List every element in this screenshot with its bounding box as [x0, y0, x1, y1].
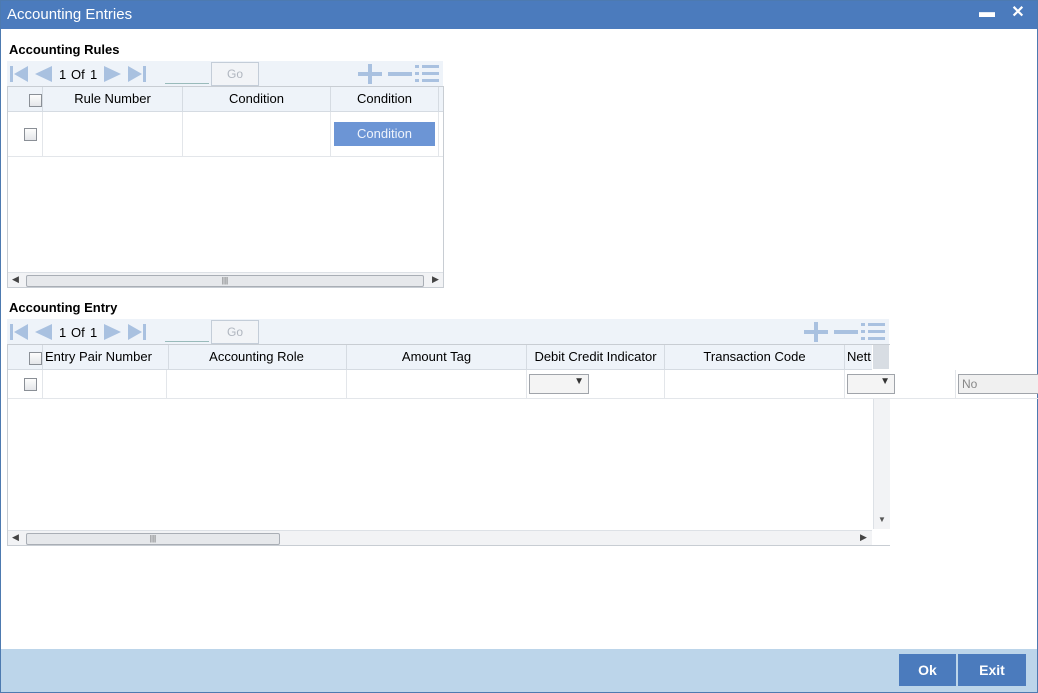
- entry-select-all-checkbox[interactable]: [29, 352, 42, 365]
- entry-row-checkbox-cell: [8, 370, 43, 398]
- window-title: Accounting Entries: [7, 6, 133, 23]
- debit-credit-select[interactable]: ▼: [529, 374, 589, 394]
- vscroll-corner: [873, 345, 889, 369]
- exit-button[interactable]: Exit: [958, 654, 1026, 686]
- netting-cell: ▼: [845, 370, 956, 398]
- entry-total-pages: 1: [90, 325, 98, 340]
- netting-select[interactable]: ▼: [847, 374, 895, 394]
- single-view-icon[interactable]: [861, 322, 887, 342]
- rules-scroll-thumb[interactable]: |||: [26, 275, 424, 287]
- rules-header-row: Rule Number Condition Condition: [8, 87, 443, 112]
- last-page-icon[interactable]: [127, 65, 147, 83]
- title-bar: Accounting Entries ▬ ✕: [1, 1, 1037, 29]
- rules-row-checkbox[interactable]: [24, 128, 37, 141]
- last-page-icon[interactable]: [127, 323, 147, 341]
- rules-total-pages: 1: [90, 67, 98, 82]
- transaction-code-cell[interactable]: [665, 370, 845, 398]
- rules-col-rule-number[interactable]: Rule Number: [43, 87, 183, 111]
- entry-row: ▼ ▼ No: [8, 370, 1038, 399]
- rules-col-condition[interactable]: Condition: [183, 87, 331, 111]
- entry-current-page: 1: [59, 325, 67, 340]
- entry-page-input[interactable]: [165, 321, 209, 342]
- rules-select-all-checkbox[interactable]: [29, 94, 42, 107]
- single-view-icon[interactable]: [415, 64, 441, 84]
- chevron-down-icon: ▼: [574, 376, 584, 387]
- rules-page-input[interactable]: [165, 63, 209, 84]
- minimize-icon[interactable]: ▬: [975, 2, 999, 26]
- entry-go-button[interactable]: Go: [211, 320, 259, 344]
- rules-col-condition-button[interactable]: Condition: [331, 87, 439, 111]
- accounting-rules-title: Accounting Rules: [9, 42, 120, 57]
- entry-scroll-thumb[interactable]: |||: [26, 533, 280, 545]
- entry-header-checkbox-cell: [8, 345, 43, 369]
- next-page-icon[interactable]: [103, 323, 123, 341]
- scroll-left-icon[interactable]: ◀: [12, 532, 19, 543]
- accounting-entries-window: Accounting Entries ▬ ✕ Accounting Rules …: [0, 0, 1038, 693]
- entry-col-transaction-code[interactable]: Transaction Code: [665, 345, 845, 369]
- entry-col-amount-tag[interactable]: Amount Tag: [347, 345, 527, 369]
- accounting-role-cell[interactable]: [167, 370, 347, 398]
- rule-number-cell[interactable]: [43, 112, 183, 156]
- next-page-icon[interactable]: [103, 65, 123, 83]
- rules-row-checkbox-cell: [8, 112, 43, 156]
- rules-go-button[interactable]: Go: [211, 62, 259, 86]
- entry-col-debit-credit[interactable]: Debit Credit Indicator: [527, 345, 665, 369]
- entry-col-accounting-role[interactable]: Accounting Role: [167, 345, 347, 369]
- debit-credit-cell: ▼: [527, 370, 665, 398]
- entry-pair-number-cell[interactable]: [43, 370, 167, 398]
- entry-header-row: Entry Pair Number Accounting Role Amount…: [8, 345, 872, 370]
- rules-row: Condition: [8, 112, 443, 157]
- rules-pager: 1 Of 1 Go: [7, 61, 443, 87]
- condition-cell[interactable]: [183, 112, 331, 156]
- previous-page-icon[interactable]: [33, 323, 53, 341]
- chevron-down-icon: ▼: [880, 376, 890, 387]
- entry-horizontal-scrollbar[interactable]: ◀ ||| ▶: [8, 530, 872, 545]
- entry-row-checkbox[interactable]: [24, 378, 37, 391]
- scroll-left-icon[interactable]: ◀: [12, 274, 19, 285]
- dialog-footer: Ok Exit: [1, 649, 1037, 692]
- amount-tag-cell[interactable]: [347, 370, 527, 398]
- delete-row-icon[interactable]: [387, 64, 413, 84]
- ok-button[interactable]: Ok: [899, 654, 956, 686]
- accounting-entry-title: Accounting Entry: [9, 300, 118, 315]
- netting-value-field[interactable]: No: [958, 374, 1038, 394]
- delete-row-icon[interactable]: [833, 322, 859, 342]
- previous-page-icon[interactable]: [33, 65, 53, 83]
- scroll-down-icon[interactable]: ▼: [878, 515, 886, 524]
- first-page-icon[interactable]: [9, 323, 29, 341]
- scroll-right-icon[interactable]: ▶: [860, 532, 867, 543]
- entry-grid: Entry Pair Number Accounting Role Amount…: [7, 344, 1038, 546]
- entry-col-netting[interactable]: Nett: [845, 345, 874, 369]
- entry-of-label: Of: [71, 325, 85, 340]
- add-row-icon[interactable]: [803, 322, 829, 342]
- rules-header-checkbox-cell: [8, 87, 43, 111]
- rules-current-page: 1: [59, 67, 67, 82]
- rules-of-label: Of: [71, 67, 85, 82]
- rules-grid: Rule Number Condition Condition Conditio…: [7, 86, 444, 288]
- entry-pager: 1 Of 1 Go: [7, 319, 889, 345]
- entry-col-pair-number[interactable]: Entry Pair Number: [43, 345, 169, 369]
- add-row-icon[interactable]: [357, 64, 383, 84]
- rules-horizontal-scrollbar[interactable]: ◀ ||| ▶: [8, 272, 443, 287]
- first-page-icon[interactable]: [9, 65, 29, 83]
- entry-vertical-scrollbar[interactable]: ▼: [873, 399, 890, 529]
- scroll-right-icon[interactable]: ▶: [432, 274, 439, 285]
- close-icon[interactable]: ✕: [1006, 2, 1030, 26]
- condition-button[interactable]: Condition: [334, 122, 435, 146]
